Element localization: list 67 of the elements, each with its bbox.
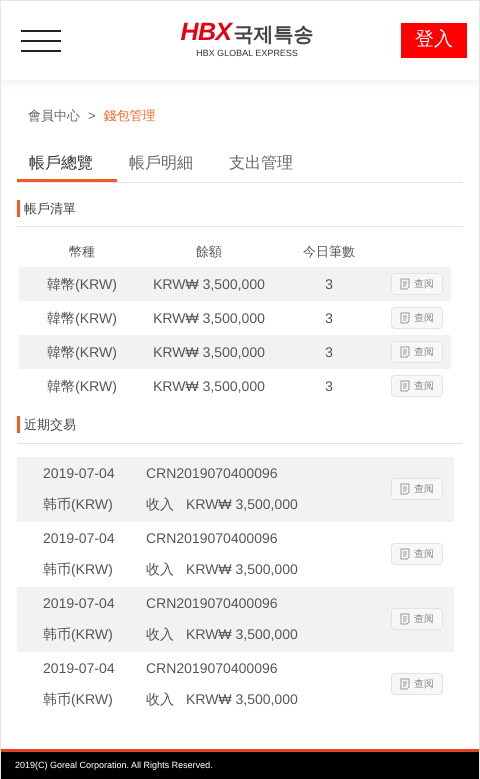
transaction-date: 2019-07-04	[43, 529, 116, 548]
table-cell-text: KRW₩ 3,500,000	[152, 308, 266, 328]
document-icon	[400, 483, 410, 495]
column-header: 餘額	[195, 243, 223, 262]
section-marker	[17, 200, 20, 217]
transaction-amount: KRW₩ 3,500,000	[186, 690, 298, 709]
view-button[interactable]: 查阅	[391, 375, 443, 397]
table-cell-text: 韓幣(KRW)	[46, 342, 118, 362]
transaction-type: 收入	[146, 560, 174, 579]
section-marker	[17, 416, 20, 434]
logo-text: 국제특송	[233, 25, 314, 46]
transaction-number: CRN2019070400096	[146, 464, 279, 483]
transaction-date: 2019-07-04	[43, 594, 116, 613]
breadcrumb-separator: >	[88, 107, 96, 125]
table-cell-text: KRW₩ 3,500,000	[152, 376, 266, 396]
table-cell-text: KRW₩ 3,500,000	[152, 274, 266, 294]
table-cell-text: 韓幣(KRW)	[46, 376, 118, 396]
transaction-currency: 韩币(KRW)	[43, 625, 114, 644]
column-header: 今日筆數	[302, 243, 356, 262]
table-cell-text: 韓幣(KRW)	[46, 308, 118, 328]
view-button[interactable]: 查阅	[391, 608, 443, 630]
document-icon	[400, 278, 410, 290]
transaction-date: 2019-07-04	[43, 659, 116, 678]
breadcrumb-link[interactable]: 會員中心	[28, 106, 80, 126]
tab[interactable]: 帳戶總覽	[17, 150, 117, 182]
login-button[interactable]: 登入	[400, 23, 467, 58]
menu-icon[interactable]	[21, 30, 61, 52]
logo-mark: HBX	[180, 20, 232, 46]
tab[interactable]: 支出管理	[217, 150, 317, 182]
transaction-amount: KRW₩ 3,500,000	[186, 625, 298, 644]
view-button[interactable]: 查阅	[391, 341, 443, 363]
view-button[interactable]: 查阅	[391, 273, 443, 295]
logo-subtitle: HBX GLOBAL EXPRESS	[196, 47, 298, 60]
transaction-date: 2019-07-04	[43, 464, 116, 483]
transaction-type: 收入	[146, 690, 174, 709]
table-cell-text: 3	[324, 308, 334, 328]
document-icon	[400, 678, 410, 690]
transaction-number: CRN2019070400096	[146, 659, 279, 678]
document-icon	[400, 346, 410, 358]
section-title: 帳戶清單	[24, 200, 76, 218]
breadcrumb-current: 錢包管理	[104, 107, 156, 125]
document-icon	[400, 312, 410, 324]
transaction-currency: 韩币(KRW)	[43, 560, 114, 579]
column-header: 幣種	[68, 243, 96, 262]
transaction-currency: 韩币(KRW)	[43, 495, 114, 514]
table-cell-text: 3	[324, 376, 334, 396]
document-icon	[400, 613, 410, 625]
view-button[interactable]: 查阅	[391, 543, 443, 565]
table-cell-text: 3	[324, 342, 334, 362]
transaction-currency: 韩币(KRW)	[43, 690, 114, 709]
transaction-type: 收入	[146, 495, 174, 514]
section-title: 近期交易	[24, 416, 76, 434]
document-icon	[400, 548, 410, 560]
transaction-type: 收入	[146, 625, 174, 644]
transaction-number: CRN2019070400096	[146, 529, 279, 548]
view-button[interactable]: 查阅	[391, 307, 443, 329]
transaction-number: CRN2019070400096	[146, 594, 279, 613]
table-cell-text: 韓幣(KRW)	[46, 274, 118, 294]
transaction-amount: KRW₩ 3,500,000	[186, 560, 298, 579]
copyright-text: 2019(C) Goreal Corporation. All Rights Reserved.	[15, 758, 213, 772]
table-cell-text: 3	[324, 274, 334, 294]
view-button[interactable]: 查阅	[391, 673, 443, 695]
view-button[interactable]: 查阅	[391, 478, 443, 500]
tab[interactable]: 帳戶明細	[117, 150, 217, 182]
transaction-amount: KRW₩ 3,500,000	[186, 495, 298, 514]
document-icon	[400, 380, 410, 392]
table-cell-text: KRW₩ 3,500,000	[152, 342, 266, 362]
